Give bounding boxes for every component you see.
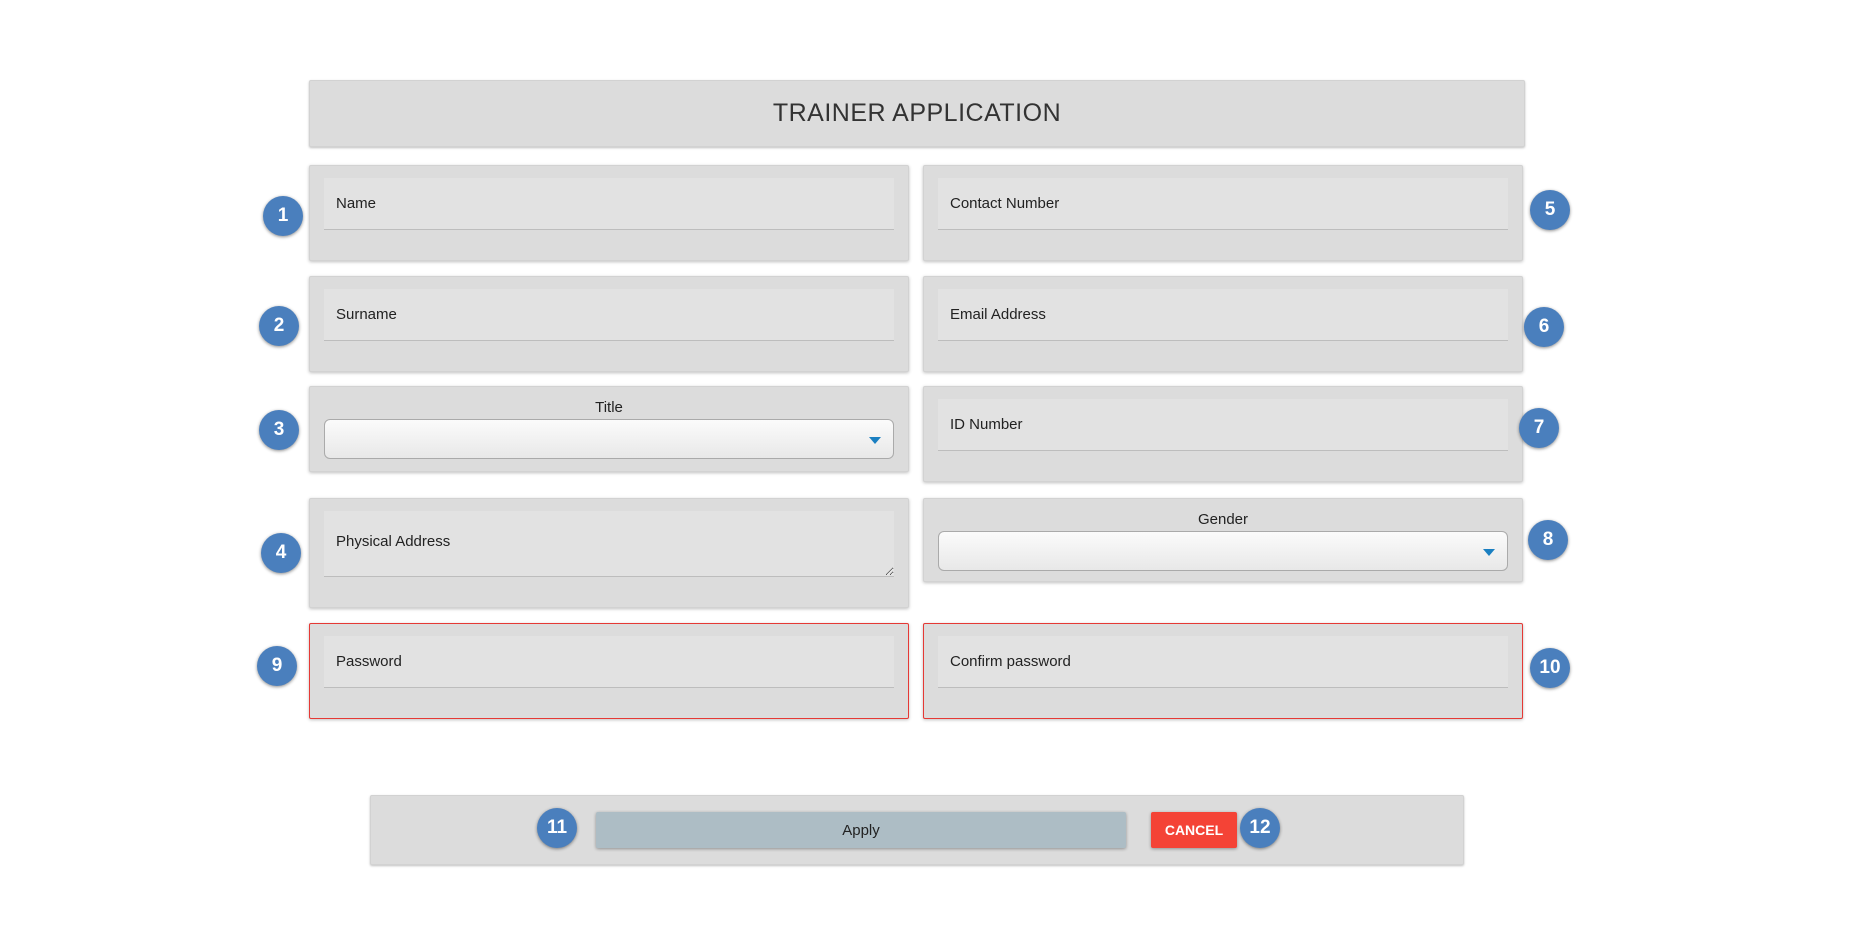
email-card — [923, 276, 1523, 372]
surname-input[interactable] — [324, 289, 894, 341]
badge-4: 4 — [261, 533, 301, 573]
name-card — [309, 165, 909, 261]
badge-7: 7 — [1519, 408, 1559, 448]
badge-9: 9 — [257, 646, 297, 686]
badge-11: 11 — [537, 808, 577, 848]
password-input[interactable] — [324, 636, 894, 688]
gender-card: Gender — [923, 498, 1523, 582]
badge-6: 6 — [1524, 307, 1564, 347]
badge-1: 1 — [263, 196, 303, 236]
gender-label: Gender — [1197, 511, 1249, 528]
contact-number-card — [923, 165, 1523, 261]
physical-address-card — [309, 498, 909, 608]
apply-button[interactable]: Apply — [596, 812, 1126, 848]
confirm-password-card — [923, 623, 1523, 719]
gender-select[interactable] — [938, 531, 1508, 571]
surname-card — [309, 276, 909, 372]
email-input[interactable] — [938, 289, 1508, 341]
badge-3: 3 — [259, 410, 299, 450]
badge-10: 10 — [1530, 648, 1570, 688]
physical-address-textarea[interactable] — [324, 511, 894, 577]
title-label: Title — [595, 399, 623, 416]
contact-number-input[interactable] — [938, 178, 1508, 230]
caret-down-icon — [869, 437, 881, 444]
badge-2: 2 — [259, 306, 299, 346]
title-card: Title — [309, 386, 909, 472]
title-select[interactable] — [324, 419, 894, 459]
caret-down-icon — [1483, 549, 1495, 556]
badge-8: 8 — [1528, 520, 1568, 560]
cancel-button[interactable]: CANCEL — [1151, 812, 1237, 848]
password-card — [309, 623, 909, 719]
confirm-password-input[interactable] — [938, 636, 1508, 688]
page-title: TRAINER APPLICATION — [309, 80, 1525, 147]
id-number-input[interactable] — [938, 399, 1508, 451]
badge-5: 5 — [1530, 190, 1570, 230]
name-input[interactable] — [324, 178, 894, 230]
action-bar: Apply CANCEL — [370, 795, 1464, 865]
id-number-card — [923, 386, 1523, 482]
badge-12: 12 — [1240, 808, 1280, 848]
